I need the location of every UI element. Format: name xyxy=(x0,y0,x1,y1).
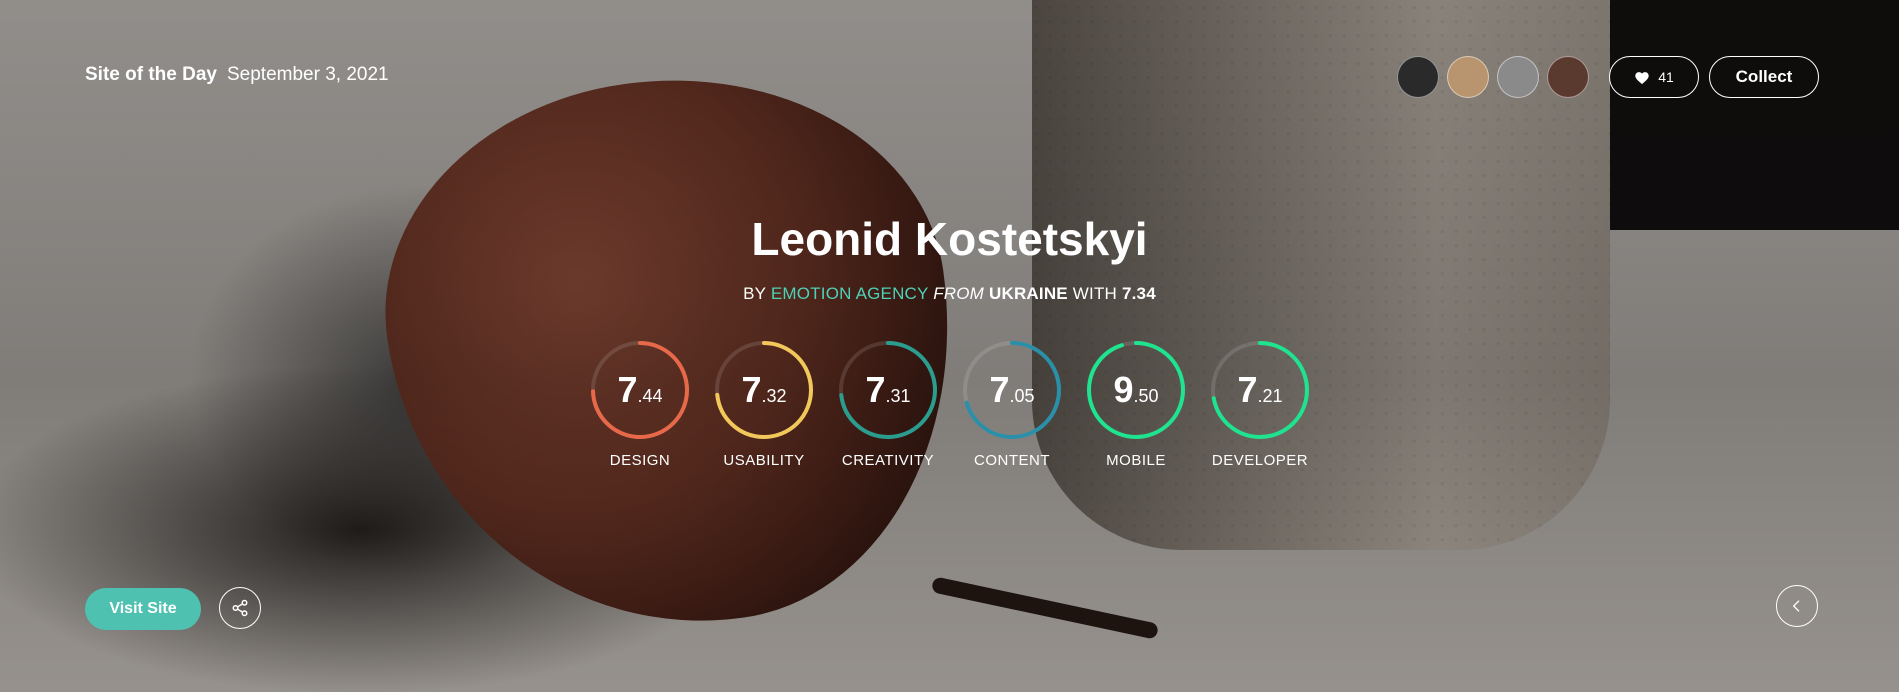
avatar[interactable] xyxy=(1447,56,1489,98)
score-decimal: .32 xyxy=(761,385,787,406)
score-creativity: 7.31 CREATIVITY xyxy=(838,340,938,469)
score-decimal: .31 xyxy=(885,385,911,406)
score-rings: 7.44 DESIGN 7.32 USABILITY 7 .31 CREATIV… xyxy=(590,340,1310,469)
score-integer: 7 xyxy=(865,369,886,410)
agency-link[interactable]: EMOTION AGENCY xyxy=(771,284,928,303)
score-usability: 7.32 USABILITY xyxy=(714,340,814,469)
avatar[interactable] xyxy=(1547,56,1589,98)
score-decimal: .05 xyxy=(1009,385,1035,406)
visit-site-button[interactable]: Visit Site xyxy=(85,588,201,630)
byline-by: BY xyxy=(743,284,766,303)
score-ring: 9.50 xyxy=(1086,340,1186,440)
award-info: Site of the Day September 3, 2021 xyxy=(85,64,389,86)
score-decimal: .44 xyxy=(637,385,663,406)
previous-button[interactable] xyxy=(1776,585,1818,627)
score-integer: 7 xyxy=(741,369,762,410)
score-label: DESIGN xyxy=(609,452,671,469)
site-byline: BY EMOTION AGENCY FROM UKRAINE WITH 7.34 xyxy=(0,284,1899,304)
share-icon xyxy=(232,599,248,617)
byline-from: FROM xyxy=(933,284,985,303)
score-integer: 7 xyxy=(1237,369,1258,410)
score-integer: 7 xyxy=(617,369,638,410)
chevron-left-icon xyxy=(1792,600,1800,612)
overall-score: 7.34 xyxy=(1121,284,1156,303)
score-ring: 7.21 xyxy=(1210,340,1310,440)
score-label: CREATIVITY xyxy=(841,452,935,469)
avatar[interactable] xyxy=(1497,56,1539,98)
collect-button[interactable]: Collect xyxy=(1709,56,1819,98)
hero-banner: Site of the Day September 3, 2021 41 Col… xyxy=(0,0,1899,692)
score-integer: 9 xyxy=(1113,369,1134,410)
score-decimal: .50 xyxy=(1133,385,1159,406)
score-mobile: 9.50 MOBILE xyxy=(1086,340,1186,469)
jury-avatars xyxy=(1397,56,1589,98)
score-integer: 7 xyxy=(989,369,1010,410)
avatar[interactable] xyxy=(1397,56,1439,98)
score-label: CONTENT xyxy=(974,452,1050,469)
share-button[interactable] xyxy=(219,587,261,629)
country: UKRAINE xyxy=(989,284,1068,303)
score-decimal: .21 xyxy=(1257,385,1283,406)
score-ring: 7.31 xyxy=(838,340,938,440)
top-actions: 41 Collect xyxy=(1397,56,1819,98)
byline-with: WITH xyxy=(1072,284,1118,303)
score-label: MOBILE xyxy=(1106,452,1166,469)
score-ring: 7.32 xyxy=(714,340,814,440)
score-design: 7.44 DESIGN xyxy=(590,340,690,469)
award-date: September 3, 2021 xyxy=(226,64,389,85)
like-count: 41 xyxy=(1658,69,1674,85)
score-ring: 7.44 xyxy=(590,340,690,440)
score-developer: 7.21 DEVELOPER xyxy=(1210,340,1310,469)
like-button[interactable]: 41 xyxy=(1609,56,1699,98)
heart-icon xyxy=(1635,71,1649,84)
site-title: Leonid Kostetskyi xyxy=(751,213,1148,265)
score-content: 7.05 CONTENT xyxy=(962,340,1062,469)
score-ring: 7.05 xyxy=(962,340,1062,440)
score-label: USABILITY xyxy=(723,452,805,469)
award-label: Site of the Day xyxy=(85,64,217,85)
score-label: DEVELOPER xyxy=(1211,452,1309,469)
